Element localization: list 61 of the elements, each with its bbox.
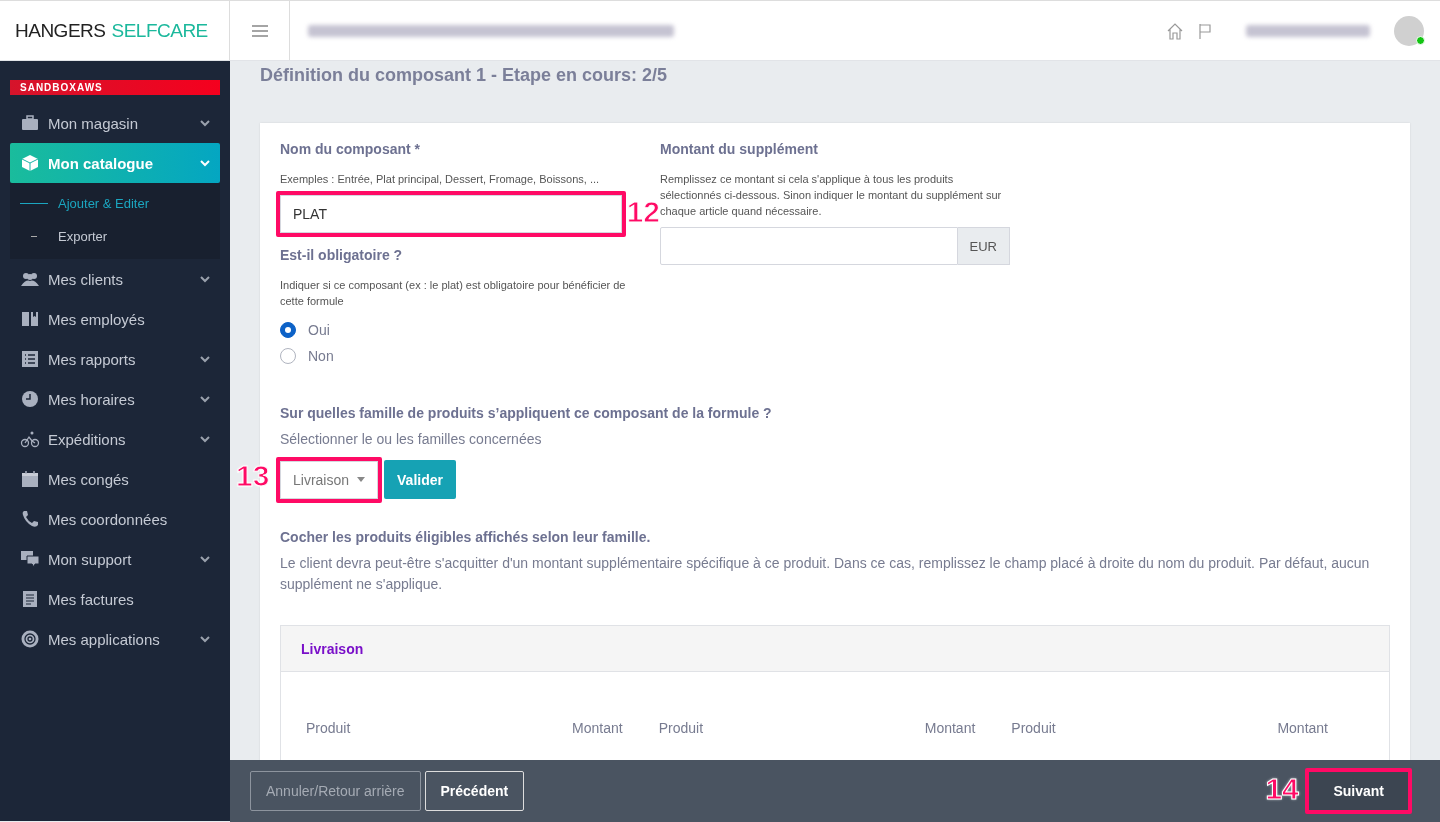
sidebar-item[interactable]: Mes employés: [10, 299, 220, 339]
sidebar-item[interactable]: Mes applications: [10, 619, 220, 659]
sidebar-item-icon: [20, 509, 40, 529]
radio-option[interactable]: Oui: [280, 317, 630, 343]
sidebar-item[interactable]: Mes horaires: [10, 379, 220, 419]
sidebar-item[interactable]: Mes coordonnées: [10, 499, 220, 539]
sidebar-item-icon: [20, 549, 40, 569]
section-label: Sur quelles famille de produits s’appliquent ce composant de la formule ?: [280, 405, 773, 421]
footer-button[interactable]: Précédent: [424, 771, 525, 811]
sidebar-item[interactable]: Mon support: [10, 539, 220, 579]
callout-number: 13: [236, 458, 270, 493]
section-hint: Sélectionner le ou les familles concernées: [280, 430, 543, 449]
sidebar-item-icon: [20, 309, 40, 329]
submenu-item[interactable]: Ajouter & Editer: [10, 187, 220, 220]
home-icon[interactable]: [1166, 21, 1184, 40]
sidebar-item-icon: [20, 153, 40, 173]
logo-text: HANGERS: [15, 19, 106, 42]
callout-number: 14: [1265, 772, 1299, 806]
menu-icon[interactable]: [251, 24, 268, 37]
currency-addon: EUR: [957, 227, 1010, 265]
callout-number: 12: [626, 195, 660, 229]
family-dropdown[interactable]: Livraison: [280, 460, 379, 499]
column-header: Produit: [306, 720, 351, 736]
avatar[interactable]: [1394, 15, 1424, 46]
section-label: Cocher les produits éligibles affichés selon leur famille.: [280, 529, 652, 545]
column-header: Montant: [572, 720, 623, 736]
sidebar-item[interactable]: Mes congés: [10, 459, 220, 499]
sidebar-item[interactable]: Mes clients: [10, 259, 220, 299]
flag-icon[interactable]: [1198, 22, 1212, 39]
field-hint: Exemples : Entrée, Plat principal, Dessert, Fromage, Boissons, ...: [280, 172, 601, 187]
sidebar-item-icon: [20, 629, 40, 649]
page-title: Définition du composant 1 - Etape en cours: 2/5: [260, 65, 669, 87]
column-header: Produit: [1011, 720, 1056, 736]
radio-button[interactable]: [280, 322, 296, 338]
radio-option[interactable]: Non: [280, 343, 630, 369]
sidebar-item-icon: [20, 349, 40, 369]
sidebar-item[interactable]: Mes factures: [10, 579, 220, 619]
column-header: Produit: [658, 720, 703, 736]
sidebar-item-icon: [20, 469, 40, 489]
sidebar-item-icon: [20, 429, 40, 449]
field-hint: Indiquer si ce composant (ex : le plat) est obligatoire pour bénéficier de cette formule: [280, 278, 627, 309]
field-label: Nom du composant *: [280, 141, 421, 157]
field-hint: Remplissez ce montant si cela s'applique à tous les produits sélectionnés ci-dessous. Sinon indiquer le montant du supplément sur chaque article quand nécessaire.: [660, 172, 1003, 217]
sidebar-item[interactable]: Expéditions: [10, 419, 220, 459]
sidebar-item-icon: [20, 389, 40, 409]
sidebar-item-icon: [20, 113, 40, 133]
field-label: Montant du supplément: [660, 141, 819, 157]
sidebar-item[interactable]: Mes rapports: [10, 339, 220, 379]
name-input-field[interactable]: PLAT: [280, 195, 622, 233]
next-button[interactable]: Suivant: [1309, 772, 1408, 810]
column-header: Montant: [924, 720, 976, 736]
logo-text: SELFCARE: [111, 19, 208, 42]
sidebar-item[interactable]: Mon magasin: [10, 103, 220, 143]
section-hint: Le client devra peut-être s'acquitter d'un montant supplémentaire spécifique à ce produit. Dans ce cas, remplissez le champ placé à droite du nom du produit. Par défaut, aucun supplément ne s'applique.: [280, 554, 1371, 594]
amount-input-field[interactable]: [660, 227, 958, 265]
panel-title: Livraison: [281, 626, 1389, 672]
column-header: Montant: [1277, 720, 1328, 736]
field-label: Est-il obligatoire ?: [280, 247, 404, 263]
sidebar-item-icon: [20, 589, 40, 609]
submenu-item[interactable]: Exporter: [10, 220, 220, 253]
environment-badge: SANDBOXAWS: [10, 80, 220, 95]
